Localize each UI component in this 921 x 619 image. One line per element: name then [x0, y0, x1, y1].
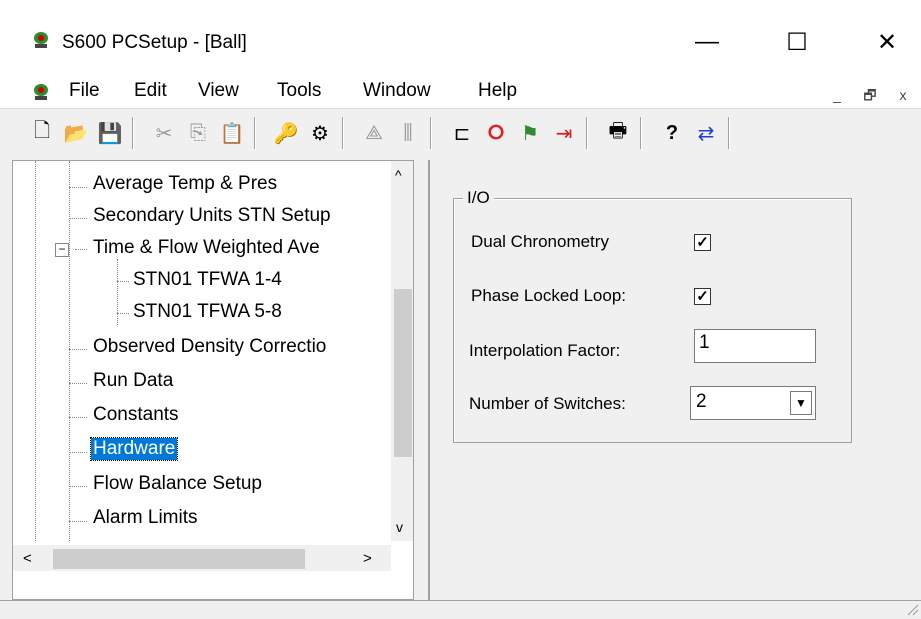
tree-branch-line: [69, 218, 87, 219]
print-icon[interactable]: 🖶: [604, 119, 632, 147]
app-icon: [30, 29, 52, 51]
help-icon[interactable]: ?: [658, 119, 686, 147]
tree-branch-line: [69, 417, 87, 418]
tree-branch-line: [69, 187, 87, 188]
menu-view[interactable]: View: [198, 80, 239, 102]
copy-icon[interactable]: ⎘: [184, 119, 212, 147]
stop-circle-icon[interactable]: ⭘: [482, 119, 510, 147]
horizontal-scroll-thumb[interactable]: [53, 549, 305, 569]
dual-chronometry-checkbox[interactable]: ✓: [694, 234, 711, 251]
mdi-close-button[interactable]: x: [889, 87, 917, 109]
tree-expander-icon[interactable]: −: [55, 243, 69, 257]
phase-locked-loop-checkbox[interactable]: ✓: [694, 288, 711, 305]
tree-item-flow-balance-setup[interactable]: Flow Balance Setup: [93, 473, 262, 495]
tree-item-stn01-tfwa-5-8[interactable]: STN01 TFWA 5-8: [133, 301, 282, 323]
mdi-restore-button[interactable]: 🗗: [856, 85, 884, 107]
number-of-switches-label: Number of Switches:: [469, 394, 626, 413]
dual-chronometry-label: Dual Chronometry: [471, 232, 609, 251]
key-icon[interactable]: 🔑: [272, 119, 300, 147]
sliders-icon[interactable]: ⫼: [394, 119, 422, 147]
cut-icon[interactable]: ✂: [150, 119, 178, 147]
tree-guide-line: [117, 259, 118, 325]
interpolation-factor-label: Interpolation Factor:: [469, 341, 621, 360]
tree-branch-line: [69, 452, 87, 453]
toolbar-separator: [342, 117, 344, 149]
transfer-icon[interactable]: ⇥: [550, 119, 578, 147]
menu-window[interactable]: Window: [363, 80, 431, 102]
tree-item-average-temp-pres[interactable]: Average Temp & Pres: [93, 173, 277, 195]
save-icon[interactable]: 💾: [96, 119, 124, 147]
tree-item-constants[interactable]: Constants: [93, 404, 179, 426]
interpolation-factor-input[interactable]: 1: [694, 329, 816, 363]
tree-branch-line: [69, 349, 87, 350]
scroll-right-icon[interactable]: >: [363, 550, 372, 567]
toolbar-separator: [728, 117, 730, 149]
scroll-down-icon[interactable]: v: [396, 519, 403, 535]
tree-item-alarm-limits[interactable]: Alarm Limits: [93, 507, 198, 529]
dropdown-arrow-icon[interactable]: ▼: [790, 391, 812, 415]
tree-branch-line: [117, 313, 129, 314]
signal-icon[interactable]: ⚑: [516, 119, 544, 147]
close-button[interactable]: ✕: [862, 22, 912, 62]
vertical-scroll-thumb[interactable]: [394, 289, 412, 457]
toolbar-separator: [430, 117, 432, 149]
tree-branch-line: [117, 281, 129, 282]
toolbar-separator: [132, 117, 134, 149]
tree-item-stn01-tfwa-1-4[interactable]: STN01 TFWA 1-4: [133, 269, 282, 291]
network-icon[interactable]: ⟁: [360, 119, 388, 147]
phase-locked-loop-label: Phase Locked Loop:: [471, 286, 627, 305]
tree-item-run-data[interactable]: Run Data: [93, 370, 173, 392]
connect-icon[interactable]: ⚙: [306, 119, 334, 147]
minimize-button[interactable]: —: [682, 22, 732, 62]
tree-guide-line: [35, 161, 36, 541]
tree-branch-line: [69, 521, 87, 522]
number-of-switches-value: 2: [696, 391, 707, 412]
menu-tools[interactable]: Tools: [277, 80, 321, 102]
menu-bar: File Edit View Tools Window Help _ 🗗 x: [0, 78, 921, 108]
mdi-minimize-button[interactable]: _: [823, 87, 851, 109]
open-folder-icon[interactable]: 📂: [62, 119, 90, 147]
pane-splitter[interactable]: [414, 160, 428, 600]
plug-icon[interactable]: ⊏: [448, 119, 476, 147]
tree-branch-line: [69, 383, 87, 384]
pane-divider: [428, 160, 430, 600]
window-title: S600 PCSetup - [Ball]: [62, 32, 247, 53]
tree-view[interactable]: − Average Temp & Pres Secondary Units ST…: [12, 160, 414, 600]
resize-grip-icon[interactable]: [905, 602, 919, 616]
new-file-icon[interactable]: 🗋: [28, 119, 56, 147]
tree-branch-line: [69, 486, 87, 487]
scroll-left-icon[interactable]: <: [23, 550, 32, 567]
tree-item-time-flow-weighted[interactable]: Time & Flow Weighted Ave: [93, 237, 320, 259]
doc-icon[interactable]: [30, 81, 52, 103]
title-bar: S600 PCSetup - [Ball] — ☐ ✕: [0, 0, 921, 78]
menu-file[interactable]: File: [69, 80, 100, 102]
tree-item-hardware[interactable]: Hardware: [89, 437, 179, 461]
tree-item-observed-density[interactable]: Observed Density Correctio: [93, 336, 326, 358]
swap-arrows-icon[interactable]: ⇄: [692, 119, 720, 147]
toolbar-separator: [254, 117, 256, 149]
tree-item-secondary-units[interactable]: Secondary Units STN Setup: [93, 205, 331, 227]
status-bar: [0, 600, 921, 619]
paste-icon[interactable]: 📋: [218, 119, 246, 147]
menu-help[interactable]: Help: [478, 80, 517, 102]
io-group-label: I/O: [463, 188, 494, 208]
number-of-switches-select[interactable]: 2 ▼: [690, 386, 816, 420]
toolbar-separator: [586, 117, 588, 149]
toolbar: 🗋 📂 💾 ✂ ⎘ 📋 🔑 ⚙ ⟁ ⫼ ⊏ ⭘ ⚑ ⇥ 🖶 ? ⇄: [0, 108, 921, 157]
toolbar-separator: [640, 117, 642, 149]
maximize-button[interactable]: ☐: [772, 22, 822, 62]
tree-branch-line: [75, 249, 87, 250]
menu-edit[interactable]: Edit: [134, 80, 167, 102]
scroll-up-icon[interactable]: ^: [395, 167, 402, 183]
mdi-controls: _ 🗗 x: [823, 84, 917, 109]
